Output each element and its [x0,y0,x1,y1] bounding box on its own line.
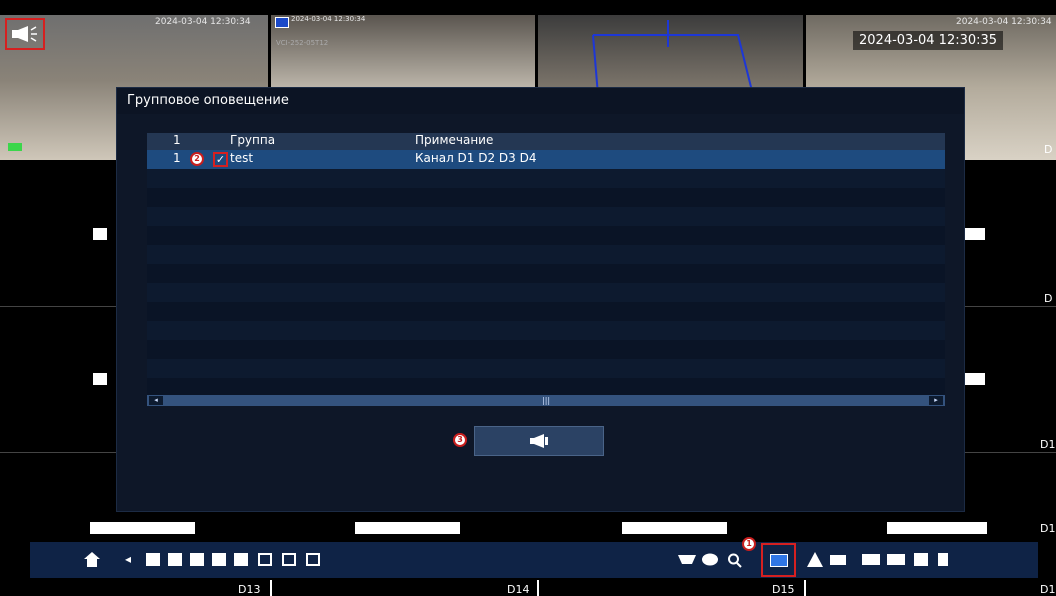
camera-timestamp: 2024-03-04 12:30:34 [956,17,1052,27]
camera-timestamp: 2024-03-04 12:30:34 [155,17,251,27]
record-icon[interactable] [862,554,880,565]
annotation-marker-3: 3 [453,433,467,447]
preview-icon[interactable] [258,553,272,566]
column-header-note[interactable]: Примечание [415,133,493,147]
annotation-marker-2: 2 [190,152,204,166]
dialog-title: Групповое оповещение [127,93,289,108]
camera-thumb-icon [275,17,289,28]
channel-label: D15 [772,583,795,596]
network-icon[interactable] [830,555,846,565]
scroll-thumb[interactable]: ||| [542,396,550,405]
layout-1-icon[interactable] [146,553,160,566]
back-icon[interactable]: ◂ [122,552,134,567]
grid-divider [537,580,539,596]
ptz-icon[interactable] [678,553,696,566]
layout-8-icon[interactable] [190,553,204,566]
megaphone-icon [12,26,37,42]
camera-overlay-timestamp: 2024-03-04 12:30:35 [853,31,1004,50]
annotation-marker-1: 1 [742,537,756,551]
column-header-number[interactable]: 1 [173,133,181,147]
row-number: 1 [173,151,181,165]
layout-4-icon[interactable] [168,553,182,566]
camera-id-label: D1 [1040,522,1056,535]
fullscreen-icon[interactable] [306,553,320,566]
search-icon[interactable] [727,550,743,568]
channel-label: D14 [507,583,530,596]
camera-id-label: D [1044,292,1053,305]
table-row-empty [147,340,945,359]
table-row-empty [147,188,945,207]
bottom-toolbar: ◂ 1 [30,537,1038,578]
camera-timestamp: 2024-03-04 12:30:34 [291,15,366,23]
lock-icon[interactable] [938,553,948,566]
camera-offline-icon [887,522,987,534]
table-row-empty [147,207,945,226]
horizontal-scrollbar[interactable]: ◂ ||| ▸ [147,395,945,406]
table-row-empty [147,245,945,264]
table-row-empty [147,302,945,321]
layout-9-icon[interactable] [212,553,226,566]
camera-id-label: D [1044,143,1053,156]
table-row-empty [147,226,945,245]
table-row-empty [147,169,945,188]
camera-offline-icon [965,373,985,385]
row-checkbox[interactable]: ✓ [213,152,228,167]
row-note: Канал D1 D2 D3 D4 [415,151,537,165]
row-group-name: test [230,151,254,165]
camera-offline-icon [93,228,107,240]
broadcast-icon[interactable] [770,554,788,567]
table-row[interactable]: 1 ✓ test Канал D1 D2 D3 D4 [147,150,945,169]
group-table: 1 Группа Примечание 1 ✓ test Канал D1 D2… [147,133,945,405]
channel-label: D13 [238,583,261,596]
table-row-empty [147,264,945,283]
camera-offline-icon [93,373,107,385]
table-row-empty [147,283,945,302]
face-icon[interactable] [702,552,718,567]
sequence-icon[interactable] [282,553,296,566]
disk-icon[interactable] [914,553,928,566]
table-row-empty [147,321,945,340]
camera-offline-icon [90,522,195,534]
grid-divider [270,580,272,596]
megaphone-icon [530,434,548,448]
camera-offline-icon [355,522,460,534]
home-icon[interactable] [84,552,100,567]
grid-divider [804,580,806,596]
table-row-empty [147,359,945,378]
broadcast-button[interactable] [474,426,604,456]
camera-offline-icon [622,522,727,534]
group-broadcast-dialog: Групповое оповещение 1 Группа Примечание… [117,88,964,511]
table-header: 1 Группа Примечание [147,133,945,150]
column-header-group[interactable]: Группа [230,133,275,147]
record-status-icon [8,143,22,151]
channel-label: D1 [1040,583,1056,596]
alarm-icon[interactable] [807,552,823,567]
camera-name-label: VCI-252-05T12 [276,39,329,47]
layout-16-icon[interactable] [234,553,248,566]
scroll-right-button[interactable]: ▸ [929,396,943,405]
settings-icon[interactable] [887,554,905,565]
camera-id-label: D1 [1040,438,1056,451]
camera-offline-icon [965,228,985,240]
scroll-left-button[interactable]: ◂ [149,396,163,405]
